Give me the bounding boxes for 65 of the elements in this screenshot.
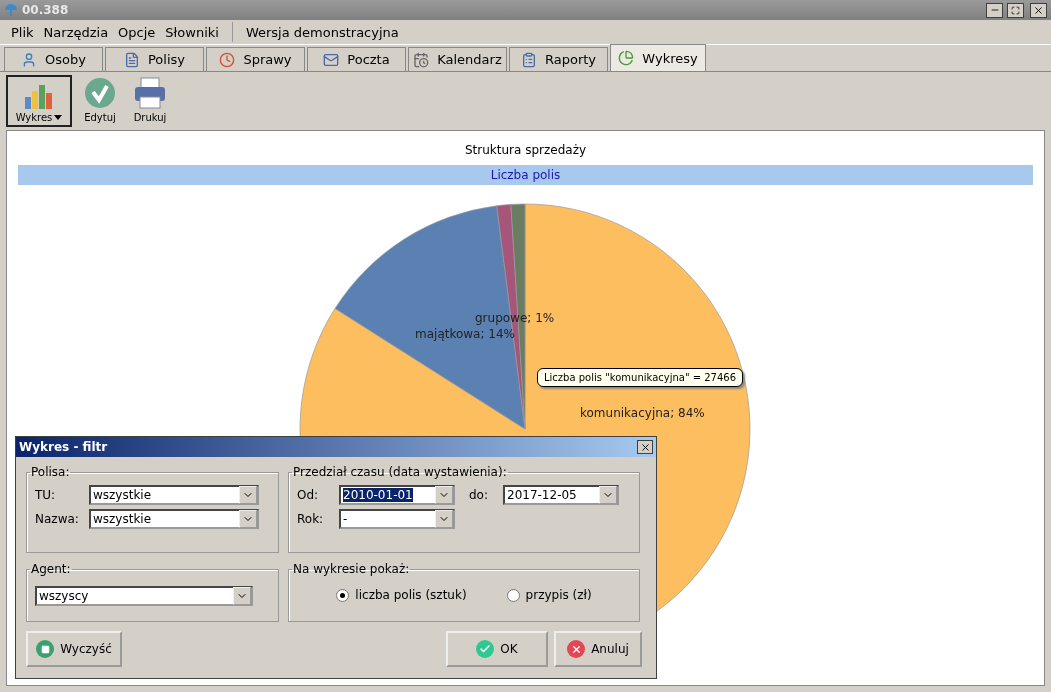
- checkmark-icon: [84, 77, 116, 109]
- window-title: 00.388: [22, 3, 70, 17]
- ok-button[interactable]: OK: [446, 631, 548, 667]
- toolbar-button[interactable]: Wykres: [6, 75, 72, 127]
- tab[interactable]: Poczta: [307, 47, 406, 71]
- report-icon: [520, 51, 537, 68]
- tab[interactable]: Kalendarz: [408, 47, 507, 71]
- tab[interactable]: Osoby: [4, 47, 103, 71]
- tab[interactable]: Wykresy: [610, 44, 706, 71]
- radio-button[interactable]: [336, 588, 350, 602]
- tab[interactable]: Polisy: [105, 47, 204, 71]
- dropdown[interactable]: wszyscy: [35, 586, 253, 606]
- calendar-icon: [413, 51, 430, 68]
- minimize-button[interactable]: [986, 2, 1003, 18]
- chart-subtitle: Liczba polis: [18, 165, 1033, 185]
- group-label: Przedział czasu (data wystawienia):: [292, 465, 508, 479]
- tab[interactable]: Raporty: [509, 47, 608, 71]
- toolbar-button[interactable]: Drukuj: [128, 75, 172, 127]
- close-icon: [1033, 4, 1044, 16]
- caret-icon: [54, 115, 63, 120]
- close-button[interactable]: [637, 440, 653, 454]
- tooltip: Liczba polis "komunikacyjna" = 27466: [537, 368, 744, 387]
- close-button[interactable]: [1030, 2, 1047, 18]
- group-label: Na wykresie pokaż:: [292, 562, 411, 576]
- envelope-icon: [323, 51, 340, 68]
- dialog-title: Wykres - filtr: [19, 440, 108, 454]
- printer-icon: [133, 77, 167, 109]
- dropdown[interactable]: wszystkie: [89, 509, 259, 529]
- cancel-button[interactable]: Anuluj: [554, 631, 642, 667]
- group-label: Agent:: [30, 562, 72, 576]
- tab[interactable]: Sprawy: [206, 47, 305, 71]
- field-label: Od:: [297, 488, 320, 502]
- slice-label: komunikacyjna; 84%: [580, 406, 705, 420]
- field-label: Nazwa:: [35, 512, 80, 526]
- clear-button[interactable]: Wyczyść: [26, 631, 122, 667]
- menu-item[interactable]: Opcje: [113, 24, 161, 40]
- square-icon: [40, 644, 50, 654]
- menu-item[interactable]: Słowniki: [160, 24, 224, 40]
- field-label: Rok:: [297, 512, 325, 526]
- umbrella-icon: [4, 3, 18, 17]
- menu-item[interactable]: Narzędzia: [38, 24, 114, 40]
- document-icon: [124, 51, 140, 68]
- clock-icon: [219, 51, 236, 68]
- chart-title: Struktura sprzedaży: [464, 143, 587, 157]
- date-dropdown[interactable]: 2010-01-01: [339, 485, 455, 505]
- year-dropdown[interactable]: -: [339, 509, 455, 529]
- radio-label[interactable]: liczba polis (sztuk): [355, 588, 467, 602]
- close-icon: [570, 643, 582, 655]
- close-icon: [639, 441, 651, 453]
- toolbar-button[interactable]: Edytuj: [78, 75, 122, 127]
- radio-button[interactable]: [506, 588, 520, 602]
- maximize-button[interactable]: [1007, 2, 1024, 18]
- bar-chart-icon: [23, 83, 55, 109]
- dropdown[interactable]: wszystkie: [89, 485, 259, 505]
- menu-item[interactable]: Plik: [6, 24, 39, 40]
- demo-version-label: Wersja demonstracyjna: [244, 24, 400, 40]
- slice-label: majątkowa; 14%: [415, 327, 515, 341]
- maximize-icon: [1011, 5, 1020, 15]
- radio-label[interactable]: przypis (zł): [525, 588, 592, 602]
- field-label: do:: [469, 488, 489, 502]
- checkmark-icon: [479, 643, 492, 655]
- pie-chart-icon: [618, 50, 635, 66]
- date-dropdown[interactable]: 2017-12-05: [503, 485, 619, 505]
- group-label: Polisa:: [30, 465, 71, 479]
- field-label: TU:: [35, 488, 57, 502]
